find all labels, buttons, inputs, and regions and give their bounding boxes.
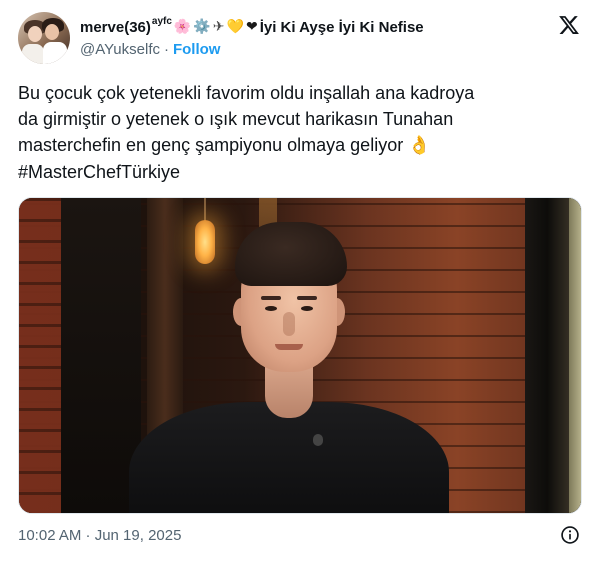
photo-person-eye-right: [301, 306, 313, 311]
hashtag-link[interactable]: #MasterChefTürkiye: [18, 159, 582, 185]
gear-emoji-icon: ⚙️: [193, 19, 211, 35]
display-name-line: merve(36) ayfc 🌸 ⚙️ ✈ 💛 ❤ İyi Ki Ayşe İy…: [80, 15, 550, 37]
photo-person-nose: [283, 312, 295, 336]
author-name-tail: İyi Ki Ayşe İyi Ki Nefise: [259, 18, 424, 36]
photo-person-brow-left: [261, 296, 281, 300]
tweet-text-line-3: masterchefin en genç şampiyonu olmaya ge…: [18, 132, 582, 159]
x-logo-icon[interactable]: [558, 14, 580, 36]
author-handle[interactable]: @AYukselfc: [80, 41, 160, 58]
avatar-body-left: [22, 44, 44, 64]
photo-person-eye-left: [265, 306, 277, 311]
follow-button[interactable]: Follow: [173, 41, 221, 58]
flower-emoji-icon: 🌸: [173, 19, 192, 35]
tweet-text-line-2: da girmiştir o yetenek o ışık mevcut har…: [18, 109, 454, 129]
tweet-text-line-1: Bu çocuk çok yetenekli favorim oldu inşa…: [18, 83, 475, 103]
photo-person-mouth: [275, 344, 303, 350]
tweet-footer: 10:02 AM · Jun 19, 2025: [18, 524, 582, 546]
handle-line: @AYukselfc · Follow: [80, 39, 550, 59]
photo-person: [129, 212, 449, 513]
photo-lapel-microphone: [313, 434, 323, 446]
tweet-timestamp[interactable]: 10:02 AM · Jun 19, 2025: [18, 527, 181, 544]
author-avatar[interactable]: [18, 12, 70, 64]
author-name-superscript: ayfc: [151, 15, 172, 27]
tweet-card: merve(36) ayfc 🌸 ⚙️ ✈ 💛 ❤ İyi Ki Ayşe İy…: [0, 0, 600, 565]
yellow-heart-emoji-icon: 💛: [226, 19, 244, 35]
handle-separator: ·: [163, 40, 169, 58]
avatar-body-right: [43, 42, 67, 64]
photo-right-rim: [569, 198, 581, 513]
airplane-emoji-icon: ✈: [212, 19, 225, 35]
info-icon[interactable]: [560, 525, 580, 545]
tweet-text: Bu çocuk çok yetenekli favorim oldu inşa…: [18, 80, 582, 185]
photo-person-brow-right: [297, 296, 317, 300]
tweet-media-photo[interactable]: [18, 197, 582, 514]
photo-person-shirt: [129, 402, 449, 513]
photo-person-hair: [235, 222, 347, 286]
photo-left-brick-strip: [19, 198, 61, 513]
avatar-face-right: [45, 24, 59, 40]
author-display-name[interactable]: merve(36): [80, 19, 151, 36]
avatar-face-left: [28, 26, 42, 42]
ok-hand-emoji-icon: 👌: [408, 135, 431, 156]
author-names: merve(36) ayfc 🌸 ⚙️ ✈ 💛 ❤ İyi Ki Ayşe İy…: [80, 15, 550, 59]
tweet-header: merve(36) ayfc 🌸 ⚙️ ✈ 💛 ❤ İyi Ki Ayşe İy…: [18, 12, 582, 66]
heart-emoji-icon: ❤: [245, 19, 258, 35]
tweet-text-line-3-text: masterchefin en genç şampiyonu olmaya ge…: [18, 135, 409, 155]
